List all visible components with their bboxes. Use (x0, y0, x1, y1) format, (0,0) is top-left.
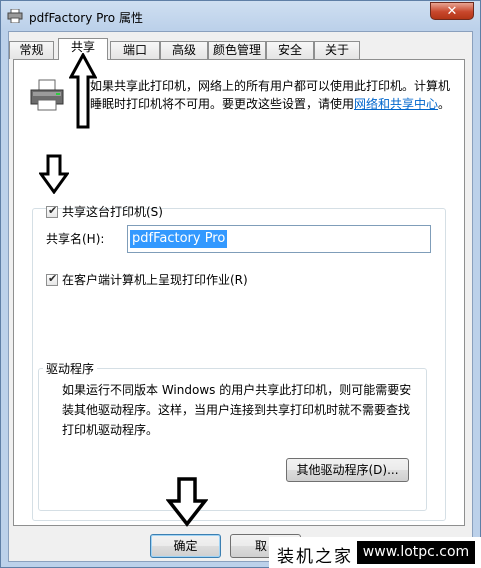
tab-about[interactable]: 关于 (314, 41, 360, 59)
tab-ports[interactable]: 端口 (110, 41, 160, 59)
window-title: pdfFactory Pro 属性 (29, 11, 143, 25)
render-jobs-checkbox[interactable]: ✔ (46, 272, 58, 286)
intro-suffix: 。 (438, 97, 451, 111)
checkmark-icon: ✔ (48, 272, 58, 285)
network-sharing-center-link[interactable]: 网络和共享中心 (354, 97, 438, 111)
sharing-intro-text: 如果共享此打印机，网络上的所有用户都可以使用此打印机。计算机 睡眠时打印机将不可… (90, 77, 460, 113)
checkmark-icon: ✔ (48, 204, 58, 217)
render-jobs-label: 在客户端计算机上呈现打印作业(R) (62, 273, 248, 287)
title-bar[interactable]: pdfFactory Pro 属性 ✕ (1, 1, 480, 31)
share-name-value: pdfFactory Pro (130, 230, 228, 248)
share-name-label: 共享名(H): (46, 232, 105, 246)
intro-line-1: 如果共享此打印机，网络上的所有用户都可以使用此打印机。计算机 (90, 79, 451, 93)
tab-security[interactable]: 安全 (266, 41, 314, 59)
tab-general[interactable]: 常规 (9, 41, 54, 59)
share-printer-checkbox[interactable]: ✔ (46, 204, 58, 218)
share-printer-label: 共享这台打印机(S) (62, 205, 163, 219)
watermark-url: www.lotpc.com (357, 541, 475, 564)
ok-button[interactable]: 确定 (150, 534, 221, 558)
close-button[interactable]: ✕ (430, 2, 474, 20)
tab-color-management[interactable]: 颜色管理 (208, 41, 266, 59)
down-arrow-icon (39, 154, 69, 194)
drivers-group-title: 驱动程序 (43, 360, 98, 377)
watermark: 装机之家 www.lotpc.com (269, 537, 481, 568)
other-drivers-button[interactable]: 其他驱动程序(D)... (286, 458, 409, 482)
drivers-description: 如果运行不同版本 Windows 的用户共享此打印机，则可能需要安装其他驱动程序… (62, 383, 412, 437)
watermark-text: 装机之家 (277, 547, 353, 567)
tab-advanced[interactable]: 高级 (160, 41, 208, 59)
close-icon: ✕ (446, 4, 458, 19)
intro-line-2: 睡眠时打印机将不可用。要更改这些设置，请使用 (90, 97, 355, 111)
printer-icon (7, 9, 23, 23)
printer-icon (30, 79, 64, 111)
share-name-input[interactable]: pdfFactory Pro (127, 225, 431, 253)
down-arrow-icon (166, 477, 208, 527)
up-arrow-icon (69, 53, 97, 129)
sharing-tab-panel: 如果共享此打印机，网络上的所有用户都可以使用此打印机。计算机 睡眠时打印机将不可… (13, 59, 465, 526)
